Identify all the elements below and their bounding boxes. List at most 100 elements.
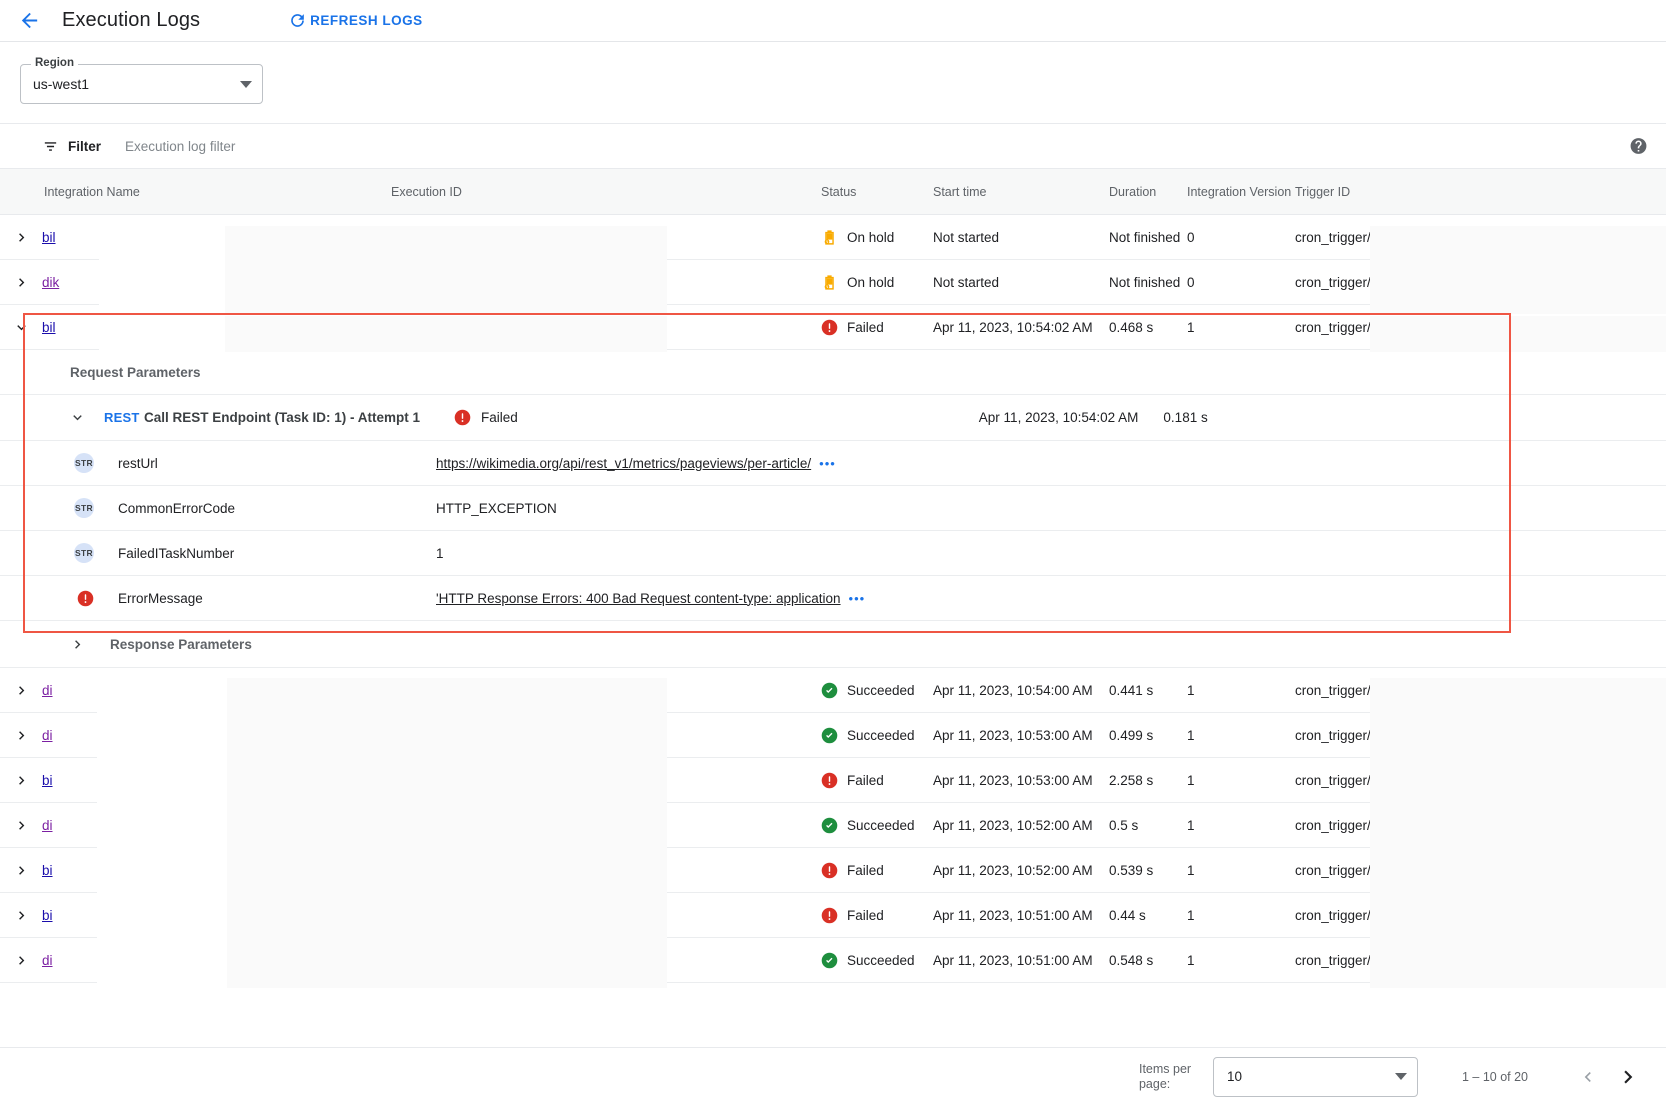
row-expand-toggle[interactable] bbox=[13, 907, 30, 924]
table-paginator: Items per page: 10 1 – 10 of 20 bbox=[0, 1047, 1666, 1105]
trigger-id-value: cron_trigger/ bbox=[1295, 275, 1371, 290]
succeeded-icon bbox=[821, 727, 838, 744]
integration-name-link[interactable]: bil bbox=[42, 320, 56, 335]
column-status: Status bbox=[821, 185, 933, 199]
execution-id-value: e6d5 bbox=[391, 728, 421, 743]
integration-name-link[interactable]: dik bbox=[42, 275, 59, 290]
param-value: 1 bbox=[436, 546, 444, 561]
next-page-button[interactable] bbox=[1608, 1057, 1648, 1097]
integration-name-link[interactable]: bil bbox=[42, 230, 56, 245]
integration-name-link[interactable]: di bbox=[42, 683, 53, 698]
table-row[interactable]: bil8fbFailedApr 11, 2023, 10:54:02 AM0.4… bbox=[0, 305, 1666, 350]
trigger-id-value: cron_trigger/ bbox=[1295, 863, 1371, 878]
previous-page-button[interactable] bbox=[1568, 1057, 1608, 1097]
items-per-page-select[interactable]: 10 bbox=[1213, 1057, 1418, 1097]
items-per-page-label: Items per page: bbox=[1139, 1062, 1201, 1092]
trigger-id-value: cron_trigger/ bbox=[1295, 953, 1371, 968]
failed-icon bbox=[821, 862, 838, 879]
task-label: Call REST Endpoint (Task ID: 1) - Attemp… bbox=[144, 410, 420, 425]
region-section: Region us-west1 bbox=[0, 42, 1666, 124]
request-parameters-header[interactable]: Request Parameters bbox=[0, 350, 1666, 395]
integration-version-value: 1 bbox=[1187, 728, 1195, 743]
start-time-value: Apr 11, 2023, 10:54:02 AM bbox=[933, 320, 1093, 335]
rest-badge: REST bbox=[104, 410, 130, 425]
trigger-id-value: cron_trigger/ bbox=[1295, 728, 1371, 743]
duration-value: 0.5 s bbox=[1109, 818, 1138, 833]
integration-version-value: 1 bbox=[1187, 863, 1195, 878]
filter-input[interactable]: Execution log filter bbox=[125, 139, 235, 154]
failed-icon bbox=[821, 319, 838, 336]
parameter-key: FailedITaskNumber bbox=[118, 546, 436, 561]
row-expand-toggle[interactable] bbox=[13, 682, 30, 699]
table-row[interactable]: dik8c5On holdNot startedNot finished0cro… bbox=[0, 260, 1666, 305]
region-value: us-west1 bbox=[33, 76, 240, 92]
integration-version-value: 0 bbox=[1187, 230, 1195, 245]
back-arrow-icon[interactable] bbox=[14, 6, 44, 36]
table-row[interactable]: bif8e4FailedApr 11, 2023, 10:53:00 AM2.2… bbox=[0, 758, 1666, 803]
parameter-key: CommonErrorCode bbox=[118, 501, 436, 516]
param-value-link[interactable]: https://wikimedia.org/api/rest_v1/metric… bbox=[436, 456, 811, 471]
start-time-value: Apr 11, 2023, 10:53:00 AM bbox=[933, 728, 1093, 743]
parameter-row: STRCommonErrorCodeHTTP_EXCEPTION bbox=[0, 486, 1666, 531]
parameter-row: ErrorMessage'HTTP Response Errors: 400 B… bbox=[0, 576, 1666, 621]
execution-id-value: 0144 bbox=[391, 953, 421, 968]
execution-id-value: 8fb bbox=[391, 320, 410, 335]
task-attempt-row[interactable]: REST Call REST Endpoint (Task ID: 1) - At… bbox=[0, 395, 1666, 441]
duration-value: 0.441 s bbox=[1109, 683, 1153, 698]
start-time-value: Apr 11, 2023, 10:52:00 AM bbox=[933, 818, 1093, 833]
on-hold-icon bbox=[821, 229, 838, 246]
integration-name-link[interactable]: di bbox=[42, 728, 53, 743]
integration-version-value: 1 bbox=[1187, 818, 1195, 833]
row-expand-toggle[interactable] bbox=[13, 817, 30, 834]
table-row[interactable]: bi6a10FailedApr 11, 2023, 10:52:00 AM0.5… bbox=[0, 848, 1666, 893]
task-status-label: Failed bbox=[481, 410, 518, 425]
integration-name-link[interactable]: bi bbox=[42, 908, 53, 923]
integration-name-link[interactable]: bi bbox=[42, 773, 53, 788]
response-expand-toggle[interactable] bbox=[69, 636, 86, 653]
task-expand-toggle[interactable] bbox=[69, 409, 86, 426]
table-row[interactable]: di1f6cSucceededApr 11, 2023, 10:52:00 AM… bbox=[0, 803, 1666, 848]
status-label: On hold bbox=[847, 275, 894, 290]
row-expand-toggle[interactable] bbox=[13, 862, 30, 879]
integration-name-link[interactable]: bi bbox=[42, 863, 53, 878]
failed-icon bbox=[454, 409, 471, 426]
param-value-link[interactable]: 'HTTP Response Errors: 400 Bad Request c… bbox=[436, 591, 841, 606]
integration-name-link[interactable]: di bbox=[42, 953, 53, 968]
duration-value: 0.499 s bbox=[1109, 728, 1153, 743]
row-expand-toggle[interactable] bbox=[13, 229, 30, 246]
duration-value: 0.468 s bbox=[1109, 320, 1153, 335]
response-parameters-header[interactable]: Response Parameters bbox=[0, 621, 1666, 668]
integration-name-link[interactable]: di bbox=[42, 818, 53, 833]
failed-icon bbox=[77, 590, 94, 607]
table-row[interactable]: die6d5SucceededApr 11, 2023, 10:53:00 AM… bbox=[0, 713, 1666, 758]
status-label: Succeeded bbox=[847, 953, 915, 968]
table-body: bil6edOn holdNot startedNot finished0cro… bbox=[0, 215, 1666, 983]
duration-value: 0.44 s bbox=[1109, 908, 1146, 923]
filter-bar: Filter Execution log filter bbox=[0, 124, 1666, 169]
column-trigger-id: Trigger ID bbox=[1295, 185, 1495, 199]
start-time-value: Not started bbox=[933, 275, 999, 290]
start-time-value: Apr 11, 2023, 10:53:00 AM bbox=[933, 773, 1093, 788]
filter-icon[interactable] bbox=[42, 138, 59, 155]
region-select[interactable]: Region us-west1 bbox=[20, 64, 263, 104]
string-type-icon: STR bbox=[74, 543, 94, 563]
trigger-id-value: cron_trigger/ bbox=[1295, 908, 1371, 923]
row-expand-toggle[interactable] bbox=[13, 319, 30, 336]
table-row[interactable]: bil6edOn holdNot startedNot finished0cro… bbox=[0, 215, 1666, 260]
expand-value-ellipsis[interactable]: ••• bbox=[819, 456, 836, 471]
help-circle-icon[interactable] bbox=[1629, 137, 1648, 156]
refresh-logs-button[interactable]: REFRESH LOGS bbox=[288, 11, 423, 30]
expand-value-ellipsis[interactable]: ••• bbox=[849, 591, 866, 606]
trigger-id-value: cron_trigger/ bbox=[1295, 683, 1371, 698]
table-row[interactable]: di0144SucceededApr 11, 2023, 10:51:00 AM… bbox=[0, 938, 1666, 983]
table-row[interactable]: bi4006FailedApr 11, 2023, 10:51:00 AM0.4… bbox=[0, 893, 1666, 938]
row-expand-toggle[interactable] bbox=[13, 772, 30, 789]
duration-value: 0.548 s bbox=[1109, 953, 1153, 968]
status-label: Succeeded bbox=[847, 683, 915, 698]
start-time-value: Not started bbox=[933, 230, 999, 245]
table-row[interactable]: dia952SucceededApr 11, 2023, 10:54:00 AM… bbox=[0, 668, 1666, 713]
row-expand-toggle[interactable] bbox=[13, 727, 30, 744]
row-expand-toggle[interactable] bbox=[13, 952, 30, 969]
row-expand-toggle[interactable] bbox=[13, 274, 30, 291]
integration-version-value: 1 bbox=[1187, 320, 1195, 335]
